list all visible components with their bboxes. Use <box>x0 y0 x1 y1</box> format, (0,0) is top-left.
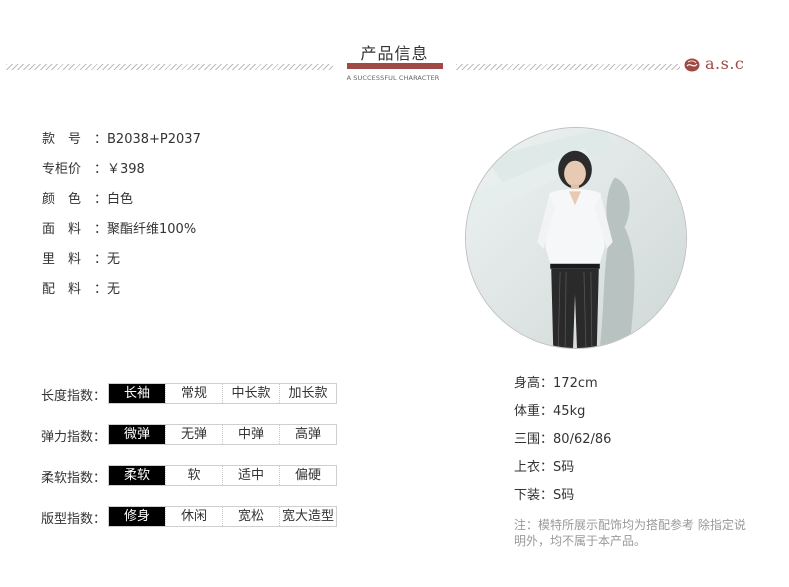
product-info-value: B2038+P2037 <box>107 132 201 147</box>
product-info-row: 配 料 ：无 <box>42 281 201 311</box>
index-option: 适中 <box>222 466 279 485</box>
product-info-key: 款 号 <box>42 132 82 147</box>
index-option: 长袖 <box>109 384 165 403</box>
section-title: 产品信息 <box>360 44 429 63</box>
product-info-key: 配 料 <box>42 282 82 297</box>
model-stat-key: 身高 <box>514 376 541 391</box>
index-options: 微弹 无弹 中弹 高弹 <box>108 424 337 445</box>
model-stat-value: S码 <box>553 488 575 503</box>
model-photo-illustration <box>466 128 686 348</box>
model-stat-row: 体重：45kg <box>514 403 611 431</box>
model-stat-row: 三围：80/62/86 <box>514 431 611 459</box>
model-stat-row: 身高：172cm <box>514 375 611 403</box>
product-info-value: 无 <box>107 252 121 267</box>
product-info-row: 专柜价 ： ￥398 <box>42 161 201 191</box>
colon: ： <box>94 252 108 267</box>
product-info-value: 白色 <box>107 192 134 207</box>
index-option: 宽大造型 <box>279 507 336 526</box>
model-stat-value: 45kg <box>553 404 586 419</box>
model-stat-key: 上衣 <box>514 460 541 475</box>
colon: ： <box>94 162 108 177</box>
logo-text: a.s.c <box>705 54 745 73</box>
index-option: 常规 <box>165 384 222 403</box>
product-info-row: 颜 色 ：白色 <box>42 191 201 221</box>
header-hatch-left <box>6 64 333 70</box>
model-stats: 身高：172cm 体重：45kg 三围：80/62/86 上衣：S码 下装：S码 <box>514 375 611 515</box>
model-photo <box>465 127 687 349</box>
model-stat-value: S码 <box>553 460 575 475</box>
colon: ： <box>540 460 554 475</box>
index-option: 偏硬 <box>279 466 336 485</box>
model-stat-row: 下装：S码 <box>514 487 611 515</box>
colon: ： <box>540 376 554 391</box>
title-underline <box>347 63 443 69</box>
product-info-list: 款 号： B2038+P2037 专柜价： ￥398 颜 色：白色面 料：聚酯纤维100… <box>42 131 201 311</box>
product-info-row: 款 号 ： B2038+P2037 <box>42 131 201 161</box>
index-label: 长度指数： <box>41 389 107 404</box>
index-option: 微弹 <box>109 425 165 444</box>
model-stat-key: 体重 <box>514 404 541 419</box>
index-option: 高弹 <box>279 425 336 444</box>
model-stat-row: 上衣：S码 <box>514 459 611 487</box>
section-subtitle: A SUCCESSFUL CHARACTER <box>346 74 440 82</box>
product-info-key: 面 料 <box>42 222 82 237</box>
colon: ： <box>94 192 108 207</box>
colon: ： <box>94 282 108 297</box>
model-stat-value: 172cm <box>553 376 598 391</box>
colon: ： <box>540 432 554 447</box>
product-info-row: 面 料 ：聚酯纤维100% <box>42 221 201 251</box>
index-options: 柔软软适中 偏硬 <box>108 465 337 486</box>
product-info-value: ￥398 <box>107 162 145 177</box>
disclaimer-note: 注：模特所展示配饰均为搭配参考 除指定说明外，均不属于本产品。 <box>514 518 746 548</box>
product-info-value: 无 <box>107 282 121 297</box>
index-label: 弹力指数： <box>41 430 107 445</box>
index-option: 无弹 <box>165 425 222 444</box>
colon: ： <box>94 132 108 147</box>
index-options: 修身 休闲 宽松 宽大造型 <box>108 506 337 527</box>
index-option: 休闲 <box>165 507 222 526</box>
product-info-row: 里 料 ：无 <box>42 251 201 281</box>
colon: ： <box>540 488 554 503</box>
colon: ： <box>94 222 108 237</box>
index-option: 软 <box>165 466 222 485</box>
index-option: 中长款 <box>222 384 279 403</box>
header-hatch-right <box>456 64 680 70</box>
model-stat-key: 下装 <box>514 488 541 503</box>
model-stat-value: 80/62/86 <box>553 432 612 447</box>
index-option: 柔软 <box>109 466 165 485</box>
index-label: 版型指数： <box>41 512 107 527</box>
index-label: 柔软指数： <box>41 471 107 486</box>
model-stat-key: 三围 <box>514 432 541 447</box>
product-info-value: 聚酯纤维100% <box>107 222 197 237</box>
index-option: 修身 <box>109 507 165 526</box>
product-info-key: 颜 色 <box>42 192 82 207</box>
product-info-key: 里 料 <box>42 252 82 267</box>
index-options: 长袖 常规 中长款 加长款 <box>108 383 337 404</box>
product-info-key: 专柜价 <box>42 162 82 177</box>
brand-logo: a.s.c <box>684 54 756 76</box>
index-option: 加长款 <box>279 384 336 403</box>
colon: ： <box>540 404 554 419</box>
index-option: 宽松 <box>222 507 279 526</box>
logo-mark-icon <box>684 58 700 72</box>
index-option: 中弹 <box>222 425 279 444</box>
